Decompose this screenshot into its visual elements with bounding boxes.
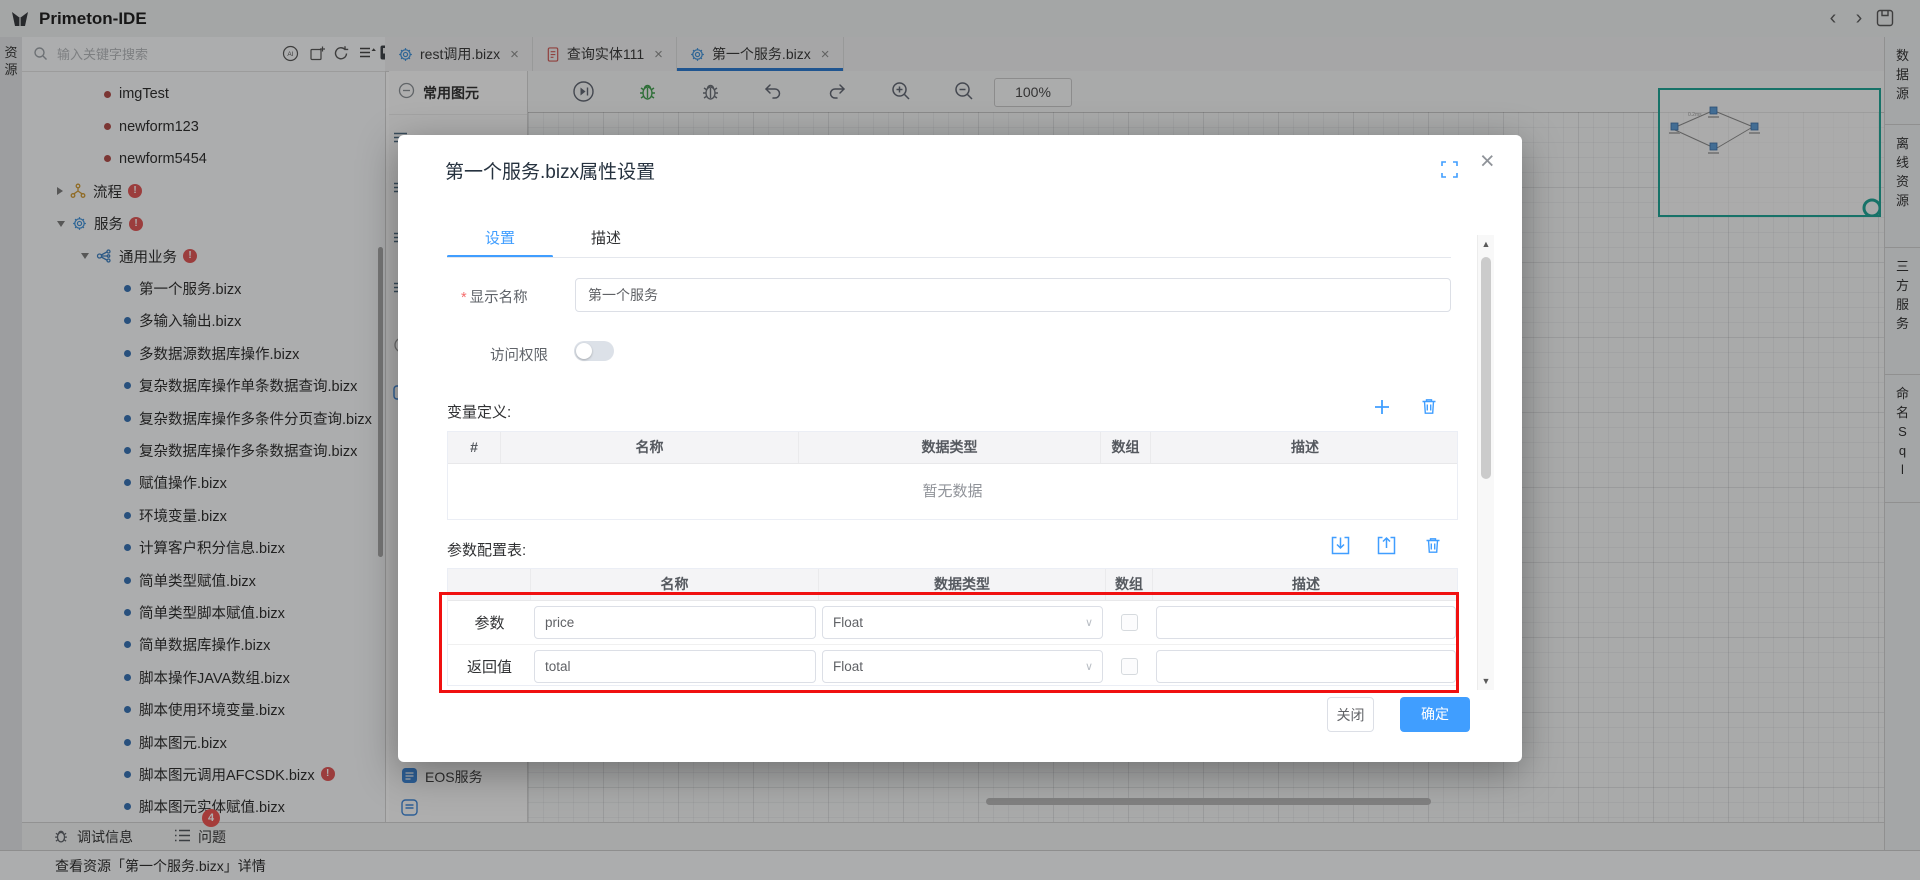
param-category-label: 参数 xyxy=(448,601,531,644)
variables-section-label: 变量定义: xyxy=(447,401,511,422)
column-header: 数组 xyxy=(1101,432,1151,463)
dialog-scrollbar[interactable]: ▲ ▼ xyxy=(1477,235,1494,690)
param-name-field xyxy=(534,606,816,639)
fullscreen-icon[interactable] xyxy=(1441,161,1458,178)
params-table-header: 名称数据类型数组描述 xyxy=(448,569,1457,601)
column-header: 描述 xyxy=(1153,569,1459,600)
display-name-field xyxy=(575,278,1451,312)
access-label: 访问权限 xyxy=(490,344,548,365)
params-section-label: 参数配置表: xyxy=(447,539,526,560)
import-params-icon[interactable] xyxy=(1330,535,1351,556)
close-button[interactable]: 关闭 xyxy=(1327,697,1374,732)
column-header: 数据类型 xyxy=(799,432,1101,463)
column-header xyxy=(448,569,531,600)
delete-param-icon[interactable] xyxy=(1424,536,1442,555)
export-params-icon[interactable] xyxy=(1376,535,1397,556)
param-type-select[interactable]: Float∨ xyxy=(822,650,1103,683)
chevron-down-icon: ∨ xyxy=(1085,660,1093,673)
variables-empty-text: 暂无数据 xyxy=(448,464,1457,519)
variables-table-header: #名称数据类型数组描述 xyxy=(448,432,1457,464)
close-icon[interactable]: × xyxy=(1480,149,1495,174)
scrollbar-thumb[interactable] xyxy=(1481,257,1491,479)
param-name-input[interactable] xyxy=(535,615,815,630)
dialog-tab[interactable]: 描述 xyxy=(553,223,659,257)
display-name-input[interactable] xyxy=(576,279,1450,311)
params-table-body: 参数Float∨返回值Float∨ xyxy=(448,601,1457,687)
confirm-button[interactable]: 确定 xyxy=(1400,697,1470,732)
chevron-down-icon: ∨ xyxy=(1085,616,1093,629)
param-desc-input[interactable] xyxy=(1157,615,1455,630)
properties-dialog: 第一个服务.bizx属性设置 × 设置描述 *显示名称 访问权限 变量定义: #… xyxy=(398,135,1522,762)
param-type-select[interactable]: Float∨ xyxy=(822,606,1103,639)
param-row: 参数 Float∨ xyxy=(448,601,1457,644)
param-row: 返回值 Float∨ xyxy=(448,644,1457,687)
tab-separator xyxy=(447,257,1451,258)
column-header: 描述 xyxy=(1151,432,1459,463)
scroll-down-icon[interactable]: ▼ xyxy=(1478,676,1494,686)
params-table: 名称数据类型数组描述 参数Float∨返回值Float∨ xyxy=(447,568,1458,686)
column-header: 数组 xyxy=(1106,569,1153,600)
column-header: 名称 xyxy=(531,569,819,600)
array-checkbox[interactable] xyxy=(1121,658,1138,675)
param-desc-field xyxy=(1156,650,1456,683)
scroll-up-icon[interactable]: ▲ xyxy=(1478,239,1494,249)
param-desc-input[interactable] xyxy=(1157,659,1455,674)
param-category-label: 返回值 xyxy=(448,645,531,687)
param-name-field xyxy=(534,650,816,683)
dialog-tabs: 设置描述 xyxy=(447,223,659,257)
required-asterisk: * xyxy=(461,290,467,306)
delete-variable-icon[interactable] xyxy=(1420,397,1438,416)
column-header: 名称 xyxy=(501,432,799,463)
toggle-knob xyxy=(576,343,592,359)
add-variable-icon[interactable] xyxy=(1372,397,1392,417)
param-type-value: Float xyxy=(823,659,1085,674)
dialog-tab[interactable]: 设置 xyxy=(447,223,553,257)
access-toggle[interactable] xyxy=(574,341,614,361)
param-type-value: Float xyxy=(823,615,1085,630)
variables-table: #名称数据类型数组描述 暂无数据 xyxy=(447,431,1458,520)
param-name-input[interactable] xyxy=(535,659,815,674)
dialog-title: 第一个服务.bizx属性设置 xyxy=(445,157,655,184)
column-header: 数据类型 xyxy=(819,569,1106,600)
primeton-ide-window: Primeton-IDE ‹ › 资源 AI xyxy=(0,0,1920,880)
array-checkbox[interactable] xyxy=(1121,614,1138,631)
column-header: # xyxy=(448,432,501,463)
display-name-label: *显示名称 xyxy=(461,286,528,307)
param-desc-field xyxy=(1156,606,1456,639)
